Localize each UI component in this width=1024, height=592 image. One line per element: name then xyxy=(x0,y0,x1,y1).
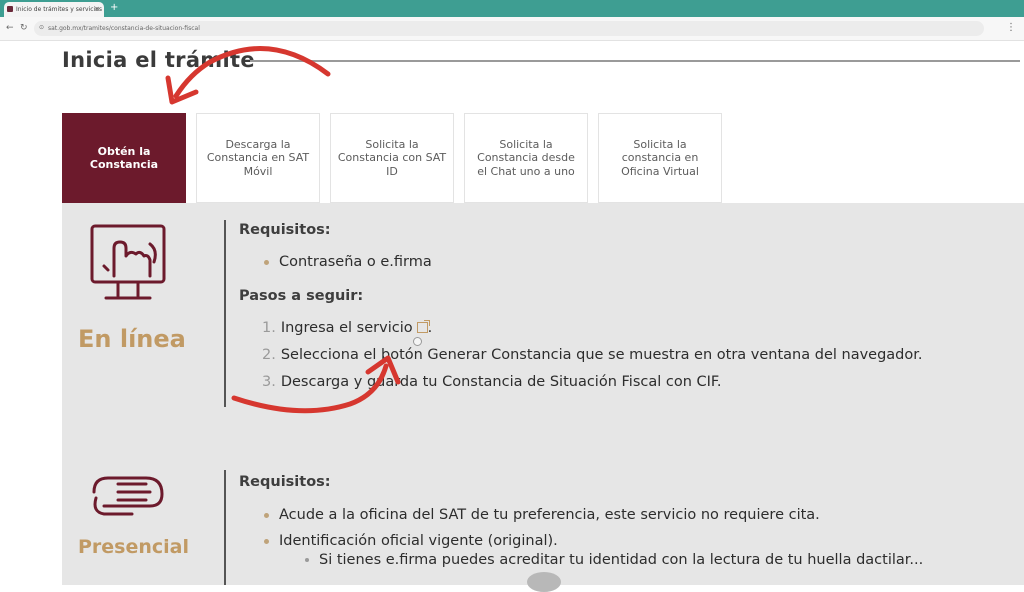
external-link-icon[interactable] xyxy=(416,320,430,333)
close-tab-icon[interactable]: × xyxy=(94,5,100,13)
step-text: Selecciona el botón Generar Constancia q… xyxy=(280,347,923,363)
browser-tab-bar: Inicio de trámites y servicios × + xyxy=(0,0,1024,17)
list-item: Si tienes e.firma puedes acreditar tu id… xyxy=(305,552,923,568)
browser-tab-title: Inicio de trámites y servicios xyxy=(16,6,102,13)
heading-divider xyxy=(250,60,1020,62)
step-number: 2. xyxy=(262,347,276,363)
online-section-title: En línea xyxy=(78,325,186,353)
site-info-icon[interactable]: ⊙ xyxy=(39,24,44,31)
tab-chat-uno-a-uno[interactable]: Solicita la Constancia desde el Chat uno… xyxy=(464,113,588,203)
tab-label: Descarga la Constancia en SAT Móvil xyxy=(206,137,310,178)
mouse-cursor xyxy=(413,337,422,346)
online-requirements-label: Requisitos: xyxy=(239,222,331,238)
requirement-text: Contraseña o e.firma xyxy=(279,254,432,270)
tab-label: Solicita la constancia en Oficina Virtua… xyxy=(621,137,699,178)
step-number: 1. xyxy=(262,320,276,336)
tab-oficina-virtual[interactable]: Solicita la constancia en Oficina Virtua… xyxy=(598,113,722,203)
list-item: Contraseña o e.firma xyxy=(264,254,432,270)
tab-label: Solicita la Constancia con SAT ID xyxy=(337,137,447,178)
sub-requirement-text: Si tienes e.firma puedes acreditar tu id… xyxy=(319,552,924,568)
bullet-dot xyxy=(264,259,269,265)
site-favicon-icon xyxy=(7,6,13,12)
address-bar-row: ← ↻ ⊙ sat.gob.mx/tramites/constancia-de-… xyxy=(0,17,1024,41)
browser-tab[interactable]: Inicio de trámites y servicios × xyxy=(4,2,104,17)
new-tab-icon[interactable]: + xyxy=(110,2,118,13)
list-item: Acude a la oficina del SAT de tu prefere… xyxy=(264,507,820,523)
list-item: Identificación oficial vigente (original… xyxy=(264,533,558,549)
step-link-text[interactable]: Ingresa el servicio xyxy=(281,320,413,336)
browser-menu-icon[interactable]: ⋮ xyxy=(1006,22,1016,33)
tab-obten-constancia[interactable]: Obtén la Constancia xyxy=(62,113,186,203)
url-text: sat.gob.mx/tramites/constancia-de-situac… xyxy=(48,25,200,32)
inperson-section-title: Presencial xyxy=(78,536,190,558)
tab-label: Solicita la Constancia desde el Chat uno… xyxy=(477,137,575,178)
tab-content-panel xyxy=(62,203,1024,585)
tab-label: Obtén la Constancia xyxy=(89,144,159,172)
url-field[interactable]: ⊙ sat.gob.mx/tramites/constancia-de-situ… xyxy=(34,21,984,36)
tab-sat-id[interactable]: Solicita la Constancia con SAT ID xyxy=(330,113,454,203)
bullet-dot xyxy=(264,512,269,518)
reload-icon[interactable]: ↻ xyxy=(20,23,28,33)
list-item: 1. Ingresa el servicio. xyxy=(262,320,432,336)
inperson-divider xyxy=(224,470,226,585)
requirement-text: Acude a la oficina del SAT de tu prefere… xyxy=(279,507,820,523)
bullet-dot xyxy=(264,538,269,544)
online-divider xyxy=(224,220,226,407)
inperson-requirements-label: Requisitos: xyxy=(239,474,331,490)
step-number: 3. xyxy=(262,374,276,390)
steps-label: Pasos a seguir: xyxy=(239,288,364,304)
list-item: 3. Descarga y guarda tu Constancia de Sit… xyxy=(262,374,722,390)
list-item: 2. Selecciona el botón Generar Constancia… xyxy=(262,347,922,363)
requirement-text: Identificación oficial vigente (original… xyxy=(279,533,558,549)
tab-sat-movil[interactable]: Descarga la Constancia en SAT Móvil xyxy=(196,113,320,203)
scroll-indicator[interactable] xyxy=(527,572,561,592)
page-title: Inicia el trámite xyxy=(62,48,255,72)
bullet-dot xyxy=(305,558,309,562)
step-text: Descarga y guarda tu Constancia de Situa… xyxy=(280,374,722,390)
back-icon[interactable]: ← xyxy=(6,23,14,33)
